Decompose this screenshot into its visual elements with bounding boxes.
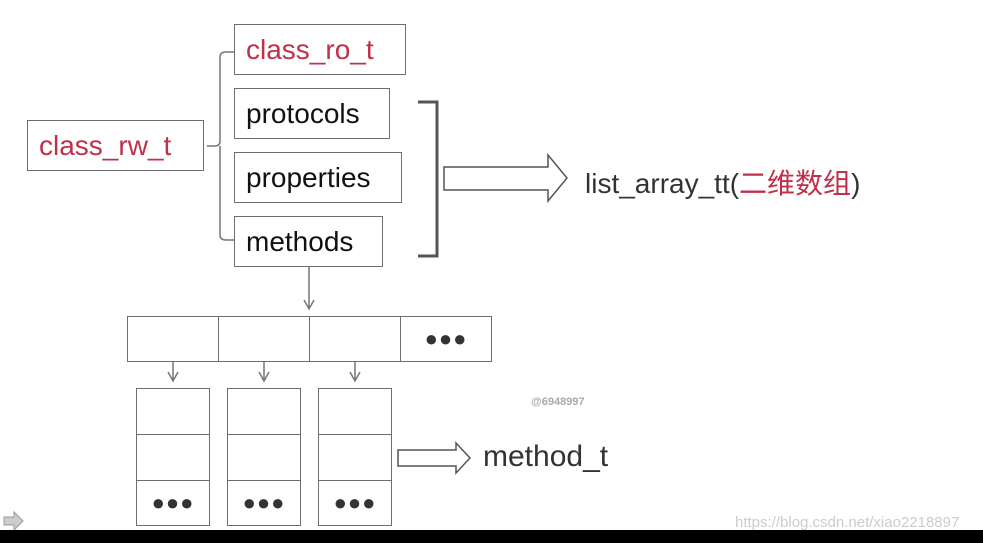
class-rw-t-box: class_rw_t	[27, 120, 204, 171]
methods-box: methods	[234, 216, 383, 267]
column-cell: ●●●	[227, 480, 301, 526]
hollow-arrow-list	[443, 152, 568, 204]
hollow-arrow-method	[397, 441, 472, 475]
array-cell	[127, 316, 219, 362]
brace-connector	[207, 51, 234, 241]
protocols-label: protocols	[246, 97, 360, 129]
methods-down-arrow	[303, 266, 315, 311]
bottom-bar	[0, 530, 983, 543]
column-cell: ●●●	[318, 480, 392, 526]
array-cell	[218, 316, 310, 362]
methods-label: methods	[246, 225, 354, 257]
array-cell: ●●●	[400, 316, 492, 362]
column-cell	[318, 388, 392, 435]
column-cell: ●●●	[136, 480, 210, 526]
method-t-label: method_t	[483, 440, 609, 473]
list-array-close: )	[851, 168, 861, 199]
list-array-note: 二维数组	[739, 168, 852, 199]
column-cell	[136, 434, 210, 481]
column-cell	[227, 388, 301, 435]
array-cell	[309, 316, 401, 362]
properties-label: properties	[246, 161, 371, 193]
column-cell	[136, 388, 210, 435]
watermark: @6948997	[531, 396, 585, 408]
column-cell	[227, 434, 301, 481]
class-rw-t-label: class_rw_t	[39, 129, 172, 161]
list-array-label: list_array_tt(二维数组)	[585, 162, 860, 202]
nav-arrow-icon	[3, 510, 24, 532]
right-bracket	[418, 100, 439, 258]
column-cell	[318, 434, 392, 481]
class-ro-t-box: class_ro_t	[234, 24, 406, 75]
class-ro-t-label: class_ro_t	[246, 33, 374, 65]
protocols-box: protocols	[234, 88, 390, 139]
list-array-type: list_array_tt(	[585, 168, 740, 199]
source-url: https://blog.csdn.net/xiao2218897	[735, 514, 960, 531]
properties-box: properties	[234, 152, 402, 203]
